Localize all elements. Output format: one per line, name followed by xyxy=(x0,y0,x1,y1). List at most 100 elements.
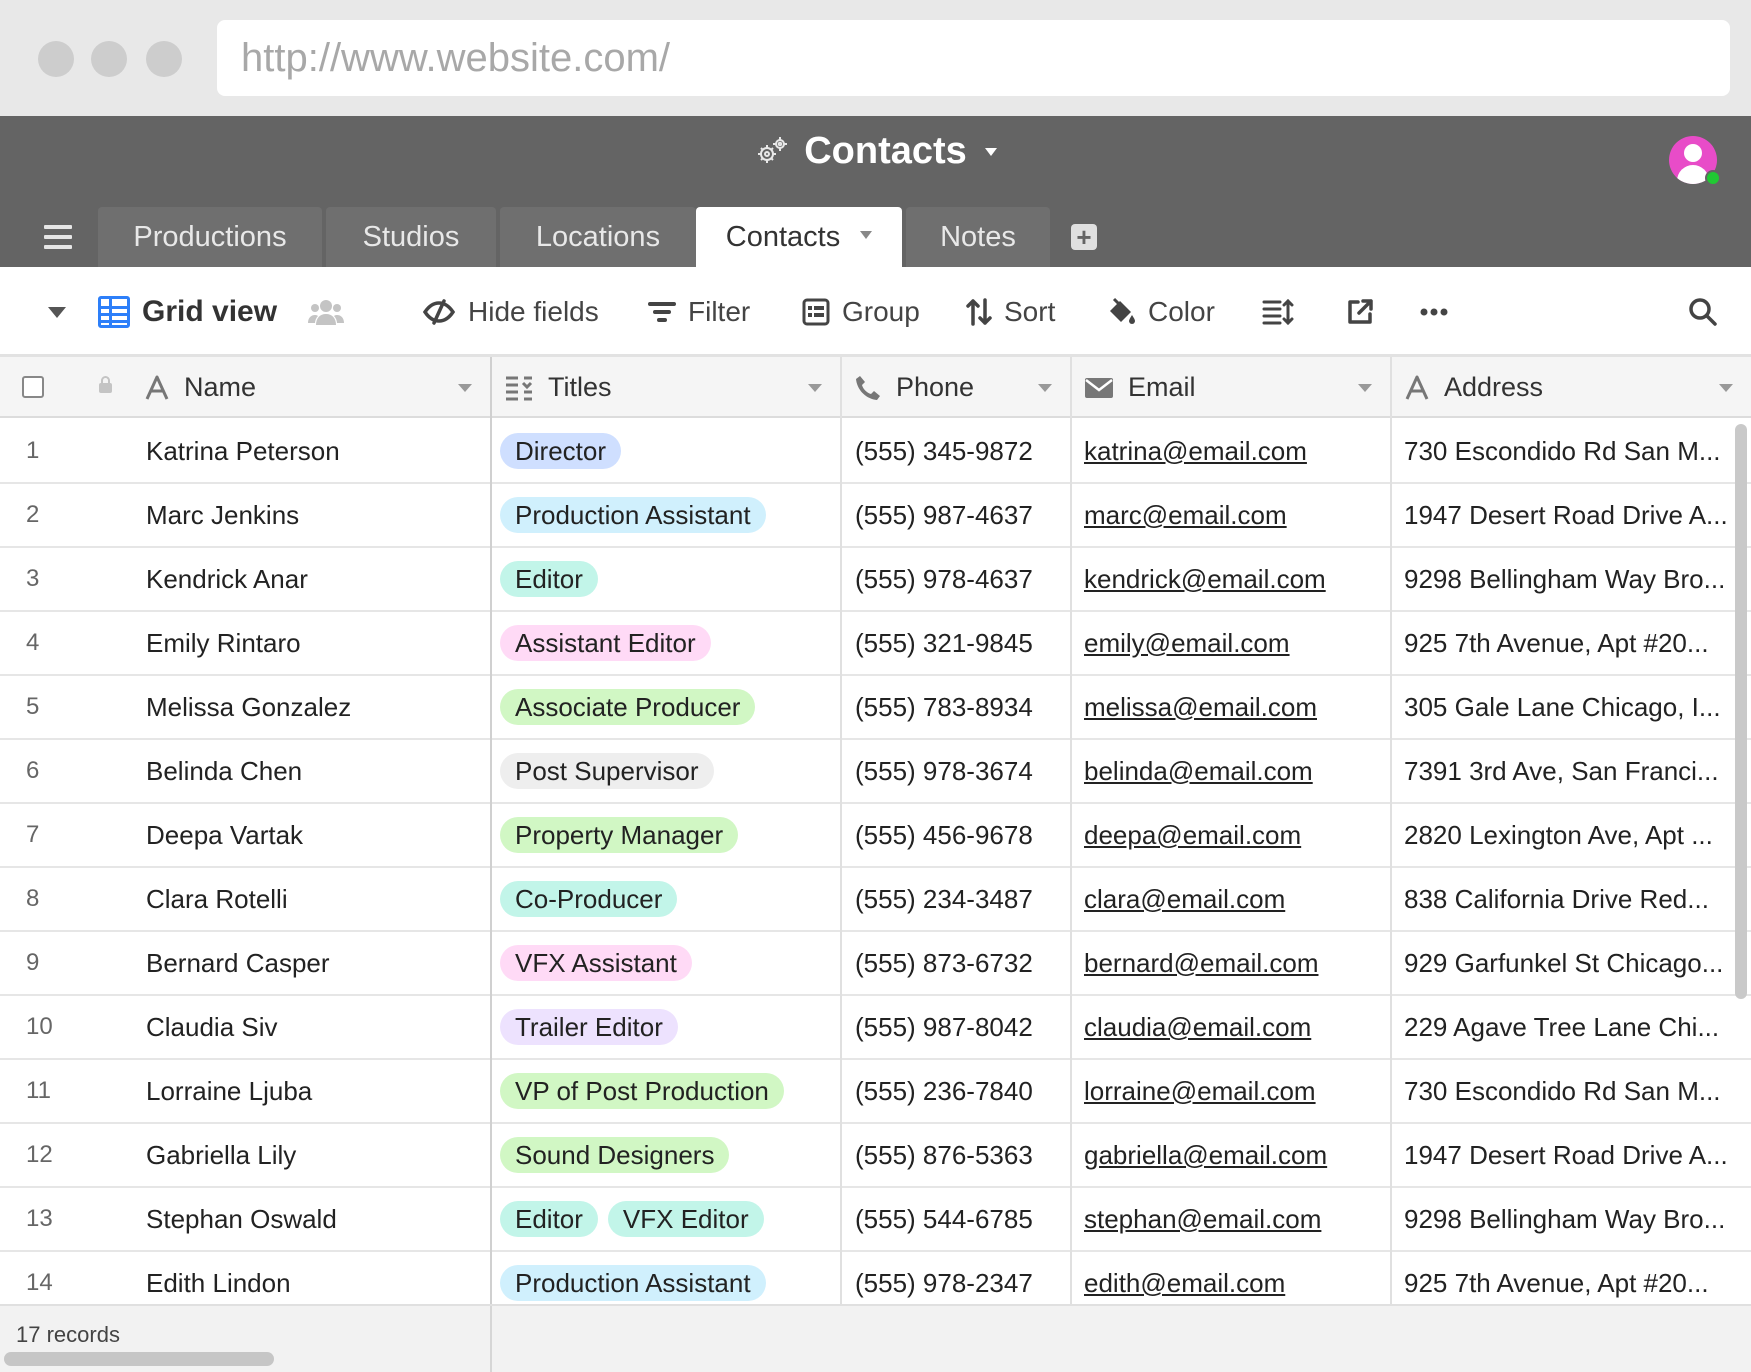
cell-address[interactable]: 730 Escondido Rd San M... xyxy=(1404,420,1736,482)
cell-name[interactable]: Bernard Casper xyxy=(146,932,476,994)
cell-name[interactable]: Melissa Gonzalez xyxy=(146,676,476,738)
row-height-button[interactable] xyxy=(1262,267,1294,357)
email-link[interactable]: stephan@email.com xyxy=(1084,1204,1321,1235)
cell-titles[interactable]: VP of Post Production xyxy=(500,1060,830,1122)
filter-button[interactable]: Filter xyxy=(648,267,750,357)
email-link[interactable]: clara@email.com xyxy=(1084,884,1285,915)
window-close-button[interactable] xyxy=(38,41,74,77)
table-row[interactable]: 5 Melissa Gonzalez Associate Producer (555)… xyxy=(0,676,1751,740)
base-title-button[interactable]: Contacts xyxy=(754,130,997,173)
cell-titles[interactable]: Director xyxy=(500,420,830,482)
horizontal-scrollbar[interactable] xyxy=(4,1352,274,1366)
cell-titles[interactable]: Trailer Editor xyxy=(500,996,830,1058)
cell-phone[interactable]: (555) 234-3487 xyxy=(855,868,1065,930)
cell-name[interactable]: Lorraine Ljuba xyxy=(146,1060,476,1122)
table-row[interactable]: 14 Edith Lindon Production Assistant (555) … xyxy=(0,1252,1751,1307)
email-link[interactable]: claudia@email.com xyxy=(1084,1012,1311,1043)
cell-email[interactable]: lorraine@email.com xyxy=(1084,1060,1374,1122)
cell-email[interactable]: emily@email.com xyxy=(1084,612,1374,674)
cell-email[interactable]: gabriella@email.com xyxy=(1084,1124,1374,1186)
cell-email[interactable]: stephan@email.com xyxy=(1084,1188,1374,1250)
cell-name[interactable]: Deepa Vartak xyxy=(146,804,476,866)
cell-name[interactable]: Katrina Peterson xyxy=(146,420,476,482)
cell-name[interactable]: Marc Jenkins xyxy=(146,484,476,546)
email-link[interactable]: belinda@email.com xyxy=(1084,756,1313,787)
cell-email[interactable]: clara@email.com xyxy=(1084,868,1374,930)
cell-titles[interactable]: Production Assistant xyxy=(500,484,830,546)
chevron-down-icon[interactable] xyxy=(458,384,472,392)
more-options-button[interactable] xyxy=(1420,267,1448,357)
vertical-scrollbar[interactable] xyxy=(1735,424,1747,999)
hamburger-menu-icon[interactable] xyxy=(44,225,72,249)
chevron-down-icon[interactable] xyxy=(860,231,873,240)
table-row[interactable]: 10 Claudia Siv Trailer Editor (555) 987-804… xyxy=(0,996,1751,1060)
cell-address[interactable]: 229 Agave Tree Lane Chi... xyxy=(1404,996,1736,1058)
cell-titles[interactable]: Property Manager xyxy=(500,804,830,866)
email-link[interactable]: deepa@email.com xyxy=(1084,820,1301,851)
cell-titles[interactable]: Editor xyxy=(500,548,830,610)
cell-name[interactable]: Kendrick Anar xyxy=(146,548,476,610)
share-view-button[interactable] xyxy=(1346,267,1374,357)
views-toggle-icon[interactable] xyxy=(48,307,66,318)
cell-phone[interactable]: (555) 978-4637 xyxy=(855,548,1065,610)
cell-phone[interactable]: (555) 978-3674 xyxy=(855,740,1065,802)
view-switcher[interactable]: Grid view xyxy=(98,267,277,357)
cell-phone[interactable]: (555) 236-7840 xyxy=(855,1060,1065,1122)
cell-phone[interactable]: (555) 987-8042 xyxy=(855,996,1065,1058)
cell-phone[interactable]: (555) 544-6785 xyxy=(855,1188,1065,1250)
tab-locations[interactable]: Locations xyxy=(500,207,696,267)
cell-address[interactable]: 2820 Lexington Ave, Apt ... xyxy=(1404,804,1736,866)
email-link[interactable]: edith@email.com xyxy=(1084,1268,1285,1299)
cell-titles[interactable]: Assistant Editor xyxy=(500,612,830,674)
hide-fields-button[interactable]: Hide fields xyxy=(422,267,599,357)
cell-email[interactable]: marc@email.com xyxy=(1084,484,1374,546)
add-table-icon[interactable]: + xyxy=(1071,224,1097,250)
cell-titles[interactable]: VFX Assistant xyxy=(500,932,830,994)
table-row[interactable]: 3 Kendrick Anar Editor (555) 978-4637 kendri… xyxy=(0,548,1751,612)
cell-phone[interactable]: (555) 345-9872 xyxy=(855,420,1065,482)
cell-address[interactable]: 305 Gale Lane Chicago, I... xyxy=(1404,676,1736,738)
chevron-down-icon[interactable] xyxy=(1358,384,1372,392)
cell-name[interactable]: Stephan Oswald xyxy=(146,1188,476,1250)
cell-titles[interactable]: Editor VFX Editor xyxy=(500,1188,830,1250)
cell-name[interactable]: Belinda Chen xyxy=(146,740,476,802)
cell-name[interactable]: Emily Rintaro xyxy=(146,612,476,674)
color-button[interactable]: Color xyxy=(1106,267,1215,357)
cell-address[interactable]: 1947 Desert Road Drive A... xyxy=(1404,484,1736,546)
sort-button[interactable]: Sort xyxy=(966,267,1055,357)
cell-address[interactable]: 925 7th Avenue, Apt #20... xyxy=(1404,1252,1736,1307)
column-header-address[interactable]: Address xyxy=(1390,357,1751,418)
cell-email[interactable]: claudia@email.com xyxy=(1084,996,1374,1058)
cell-email[interactable]: katrina@email.com xyxy=(1084,420,1374,482)
email-link[interactable]: kendrick@email.com xyxy=(1084,564,1326,595)
cell-email[interactable]: kendrick@email.com xyxy=(1084,548,1374,610)
cell-phone[interactable]: (555) 321-9845 xyxy=(855,612,1065,674)
cell-titles[interactable]: Co-Producer xyxy=(500,868,830,930)
table-row[interactable]: 7 Deepa Vartak Property Manager (555) 456-9… xyxy=(0,804,1751,868)
email-link[interactable]: melissa@email.com xyxy=(1084,692,1317,723)
cell-phone[interactable]: (555) 876-5363 xyxy=(855,1124,1065,1186)
chevron-down-icon[interactable] xyxy=(808,384,822,392)
cell-titles[interactable]: Production Assistant xyxy=(500,1252,830,1307)
cell-titles[interactable]: Associate Producer xyxy=(500,676,830,738)
cell-phone[interactable]: (555) 978-2347 xyxy=(855,1252,1065,1307)
collaborators-icon[interactable] xyxy=(308,267,344,357)
select-all-checkbox[interactable] xyxy=(22,376,44,398)
cell-titles[interactable]: Post Supervisor xyxy=(500,740,830,802)
tab-notes[interactable]: Notes xyxy=(906,207,1050,267)
table-row[interactable]: 1 Katrina Peterson Director (555) 345-9872 k… xyxy=(0,420,1751,484)
cell-address[interactable]: 838 California Drive Red... xyxy=(1404,868,1736,930)
table-row[interactable]: 12 Gabriella Lily Sound Designers (555) 876… xyxy=(0,1124,1751,1188)
email-link[interactable]: bernard@email.com xyxy=(1084,948,1318,979)
cell-email[interactable]: edith@email.com xyxy=(1084,1252,1374,1307)
table-row[interactable]: 4 Emily Rintaro Assistant Editor (555) 321-… xyxy=(0,612,1751,676)
column-header-titles[interactable]: Titles xyxy=(490,357,840,418)
email-link[interactable]: gabriella@email.com xyxy=(1084,1140,1327,1171)
frozen-column-divider[interactable] xyxy=(490,357,492,1307)
tab-studios[interactable]: Studios xyxy=(326,207,496,267)
tab-contacts[interactable]: Contacts xyxy=(696,207,902,267)
cell-name[interactable]: Edith Lindon xyxy=(146,1252,476,1307)
email-link[interactable]: lorraine@email.com xyxy=(1084,1076,1316,1107)
column-header-name[interactable]: Name xyxy=(130,357,490,418)
cell-email[interactable]: deepa@email.com xyxy=(1084,804,1374,866)
